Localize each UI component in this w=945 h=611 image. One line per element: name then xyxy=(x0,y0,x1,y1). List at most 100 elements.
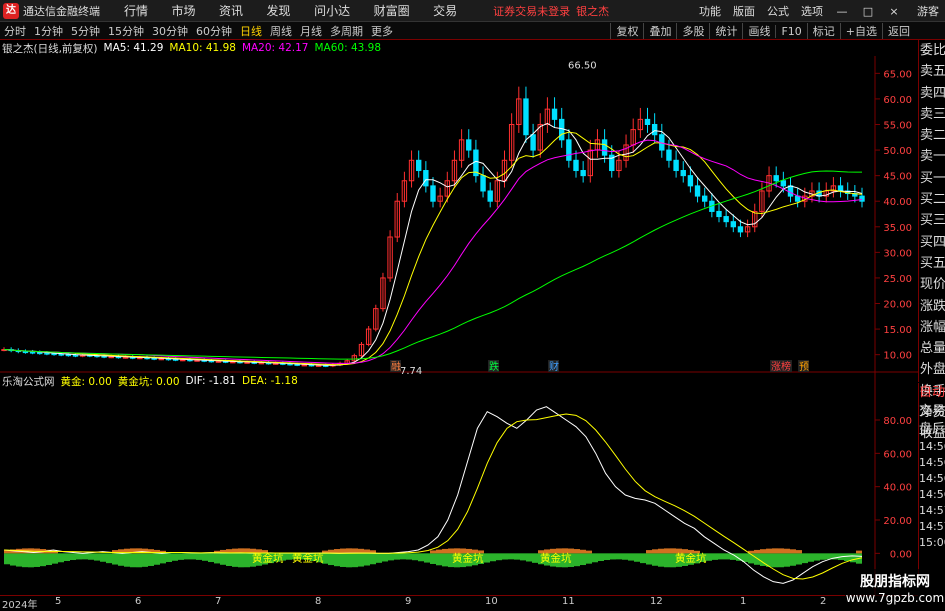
ind-green-bar xyxy=(118,553,124,566)
event-marker: 融 xyxy=(391,361,401,373)
ind-green-bar xyxy=(418,553,424,562)
ind-green-bar xyxy=(778,553,784,568)
ind-orange-bar xyxy=(772,548,778,554)
trade-label: 15:00 xyxy=(919,536,945,549)
golden-pit-label: 黄金坑 xyxy=(675,551,707,564)
dea-value: DEA: -1.18 xyxy=(241,375,298,387)
ind-orange-bar xyxy=(586,550,592,554)
ind-green-bar xyxy=(820,553,826,560)
ind-green-bar xyxy=(28,553,34,568)
ma5-value: MA5: 41.29 xyxy=(103,42,164,54)
trade-label: 盘后 xyxy=(919,422,945,437)
candle-body xyxy=(58,353,64,356)
quote-label: 买二 xyxy=(920,192,945,208)
trade-label: 14:57 xyxy=(919,504,945,517)
price-tick-label: 55.00 xyxy=(883,120,912,131)
ind-orange-bar xyxy=(856,550,862,554)
ind-green-bar xyxy=(70,553,76,561)
ind-green-bar xyxy=(208,553,214,563)
ind-green-bar xyxy=(502,553,508,560)
ind-green-bar xyxy=(724,553,730,560)
ind-green-bar xyxy=(76,553,82,560)
ind-green-bar xyxy=(652,553,658,566)
ind-green-bar xyxy=(334,553,340,567)
ma-info-bar: 银之杰(日线,前复权) MA5: 41.29 MA10: 41.98 MA20:… xyxy=(0,40,387,56)
ind-green-bar xyxy=(790,553,796,566)
ind-green-bar xyxy=(808,553,814,562)
x-tick-label: 11 xyxy=(562,596,575,607)
ma10-line xyxy=(3,131,863,366)
event-marker: 跌 xyxy=(489,360,499,373)
candle-body xyxy=(859,195,865,202)
ind-green-bar xyxy=(610,553,616,560)
guest-label[interactable]: 游客 xyxy=(917,3,939,19)
candle-body xyxy=(601,139,608,156)
ind-green-bar xyxy=(94,553,100,561)
candle-body xyxy=(530,134,536,151)
candle-body xyxy=(108,356,114,359)
quote-label: 卖三 xyxy=(920,106,945,122)
x-tick-label: 1 xyxy=(740,596,747,607)
ind-green-bar xyxy=(712,553,718,560)
ind-green-bar xyxy=(244,553,250,568)
golden-pit-label: 黄金坑 xyxy=(292,551,324,564)
candle-body xyxy=(487,190,493,202)
golden-pit-label: 黄金坑 xyxy=(452,551,484,564)
price-tick-label: 60.00 xyxy=(883,95,912,106)
ind-green-bar xyxy=(622,553,628,560)
ind-orange-bar xyxy=(442,548,448,554)
ind-green-bar xyxy=(850,553,856,563)
ind-green-bar xyxy=(526,553,532,562)
ind-green-bar xyxy=(490,553,496,562)
ind-green-bar xyxy=(484,553,490,563)
ind-green-bar xyxy=(628,553,634,561)
ind-green-bar xyxy=(154,553,160,565)
ind-green-bar xyxy=(202,553,208,561)
watermark-url: www.7gpzb.com xyxy=(845,591,945,605)
indicator-name[interactable]: 乐淘公式网 xyxy=(2,374,55,389)
candle-body xyxy=(687,175,694,187)
x-tick-label: 2 xyxy=(820,596,827,607)
candle-body xyxy=(37,352,43,355)
price-tick-label: 50.00 xyxy=(883,146,912,157)
ind-green-bar xyxy=(364,553,370,566)
candle-body xyxy=(580,170,586,177)
ind-green-bar xyxy=(190,553,196,560)
price-tick-label: 20.00 xyxy=(883,300,912,311)
ind-green-bar xyxy=(238,553,244,568)
ind-orange-bar xyxy=(754,549,760,554)
ind-green-bar xyxy=(142,553,148,567)
candle-body xyxy=(423,170,429,187)
candle-body xyxy=(65,354,72,357)
candle-body xyxy=(787,185,794,197)
ind-green-bar xyxy=(634,553,640,562)
ind-green-bar xyxy=(130,553,136,568)
ind-orange-bar xyxy=(658,548,664,554)
ind-green-bar xyxy=(598,553,604,562)
candle-body xyxy=(29,351,36,354)
ind-green-bar xyxy=(166,553,172,562)
event-marker: 财 xyxy=(549,360,559,373)
ma10-value: MA10: 41.98 xyxy=(169,42,236,54)
ind-green-bar xyxy=(232,553,238,567)
ind-green-bar xyxy=(16,553,22,567)
candle-body xyxy=(737,226,744,233)
ind-green-bar xyxy=(214,553,220,564)
ind-orange-bar xyxy=(430,550,436,554)
quote-label: 买三 xyxy=(920,213,945,229)
ind-green-bar xyxy=(496,553,502,561)
high-price-label: 66.50 xyxy=(568,61,597,72)
ind-tick-label: 40.00 xyxy=(883,483,912,494)
ind-orange-bar xyxy=(574,549,580,554)
ind-green-bar xyxy=(100,553,106,562)
low-price-label: 7.74 xyxy=(400,366,422,377)
trade-label: 交易 xyxy=(919,404,945,419)
quote-panel: 委比 卖五 卖四 卖三 卖二 卖一 买一 买二 买三 买四 买五 现价 涨跌 涨幅 总量 外盘 换手 净资 收益 xyxy=(918,40,945,441)
candle-body xyxy=(644,118,651,125)
trade-label: 14:56 xyxy=(919,440,945,453)
ind-green-bar xyxy=(196,553,202,560)
candle-body xyxy=(702,195,708,202)
ind-orange-bar xyxy=(766,548,772,554)
kline-chart[interactable]: 65.00 60.00 55.00 50.00 45.00 40.00 35.00 30.00… xyxy=(0,0,918,595)
ind-green-bar xyxy=(796,553,802,565)
